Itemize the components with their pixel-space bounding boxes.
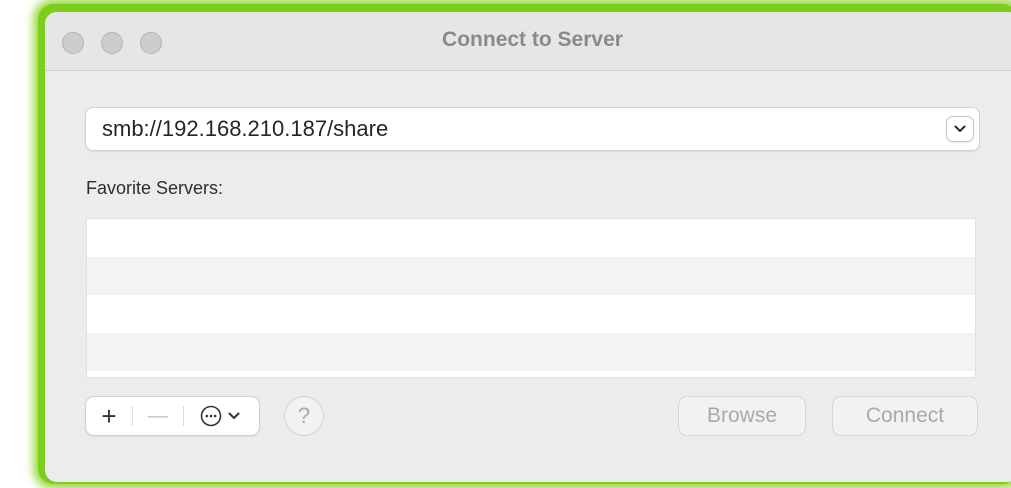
connect-to-server-window: Connect to Server smb://192.168.210.187/… — [45, 12, 1011, 482]
list-row-empty — [87, 371, 975, 377]
connect-button-label: Connect — [865, 404, 945, 427]
more-actions-menu-button[interactable] — [184, 397, 254, 435]
add-favorite-button[interactable]: + — [86, 397, 132, 435]
browse-button-label: Browse — [706, 404, 778, 427]
list-row-empty — [87, 257, 975, 295]
browse-button[interactable]: Browse — [679, 397, 805, 435]
list-row-empty — [87, 219, 975, 257]
question-mark-icon: ? — [297, 403, 311, 428]
chevron-down-icon — [954, 125, 966, 132]
window-title: Connect to Server — [442, 28, 623, 51]
list-row-empty — [87, 333, 975, 371]
chevron-down-icon — [228, 412, 239, 419]
list-row-empty — [87, 295, 975, 333]
minus-icon: — — [148, 404, 168, 427]
favorite-servers-list[interactable] — [86, 218, 976, 378]
connect-button[interactable]: Connect — [833, 397, 977, 435]
server-address-combobox[interactable]: smb://192.168.210.187/share — [86, 108, 979, 150]
recent-servers-dropdown-button[interactable] — [947, 117, 973, 141]
ellipsis-circle-icon — [200, 405, 221, 427]
help-button[interactable]: ? — [285, 397, 323, 435]
remove-favorite-button[interactable]: — — [133, 397, 183, 435]
server-address-input[interactable]: smb://192.168.210.187/share — [102, 116, 388, 142]
favorites-toolbar: + — — [86, 397, 259, 435]
plus-icon: + — [101, 400, 117, 431]
favorite-servers-label: Favorite Servers: — [86, 178, 224, 198]
title-bar: Connect to Server — [45, 12, 1011, 71]
